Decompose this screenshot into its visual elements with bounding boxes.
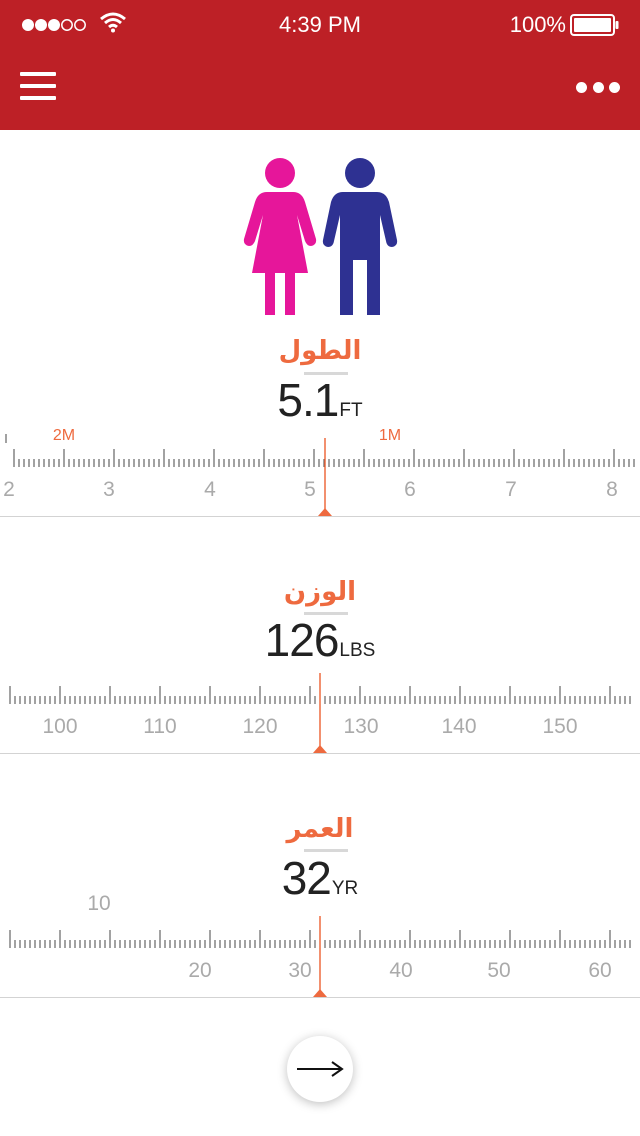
age-value: 32 xyxy=(281,852,332,904)
height-scale-label: 4 xyxy=(204,478,216,501)
battery-icon xyxy=(570,14,619,36)
height-scale-label: 5 xyxy=(304,478,316,501)
weight-value-display: 126LBS xyxy=(0,613,640,667)
height-pointer xyxy=(318,508,332,516)
weight-scale-label: 130 xyxy=(343,715,378,738)
height-value: 5.1 xyxy=(277,374,339,426)
gender-selector xyxy=(243,158,398,315)
metric-label-2m: 2M xyxy=(53,427,75,444)
age-scale-label: 40 xyxy=(389,959,412,982)
age-value-display: 32YR xyxy=(0,851,640,905)
navigation-bar xyxy=(0,50,640,130)
height-scale-label: 3 xyxy=(103,478,115,501)
age-pointer xyxy=(313,989,327,997)
status-bar: 4:39 PM 100% xyxy=(0,0,640,50)
age-scale-label: 50 xyxy=(487,959,510,982)
next-button[interactable] xyxy=(287,1036,353,1102)
arrow-right-icon xyxy=(297,1061,344,1077)
age-scale-label: 30 xyxy=(288,959,311,982)
height-label: الطول xyxy=(278,335,362,365)
metric-label-1m: 1M xyxy=(379,427,401,444)
female-figure-icon[interactable] xyxy=(243,158,317,315)
age-label: العمر xyxy=(286,813,354,843)
weight-divider xyxy=(0,753,640,754)
height-scale-label: 8 xyxy=(606,478,618,501)
height-scale-label: 7 xyxy=(505,478,517,501)
weight-scale-label: 140 xyxy=(441,715,476,738)
height-divider xyxy=(0,516,640,517)
weight-scale-label: 150 xyxy=(542,715,577,738)
weight-scale-label: 120 xyxy=(242,715,277,738)
height-value-display: 5.1FT xyxy=(0,373,640,427)
age-divider xyxy=(0,997,640,998)
male-figure-icon[interactable] xyxy=(322,158,398,315)
more-options-button[interactable] xyxy=(576,78,620,96)
weight-scale-label: 100 xyxy=(42,715,77,738)
height-unit: FT xyxy=(339,400,363,421)
menu-button[interactable] xyxy=(20,72,56,102)
age-scale-label: 60 xyxy=(588,959,611,982)
age-unit: YR xyxy=(331,878,359,899)
height-scale-label: 6 xyxy=(404,478,416,501)
weight-label: الوزن xyxy=(283,576,357,606)
battery-percentage: 100% xyxy=(509,12,566,37)
weight-scale-label: 110 xyxy=(143,715,176,738)
weight-unit: LBS xyxy=(339,640,376,661)
height-scale-label: 2 xyxy=(3,478,15,501)
weight-value: 126 xyxy=(264,614,340,666)
age-scale-label: 20 xyxy=(188,959,211,982)
weight-pointer xyxy=(313,745,327,753)
